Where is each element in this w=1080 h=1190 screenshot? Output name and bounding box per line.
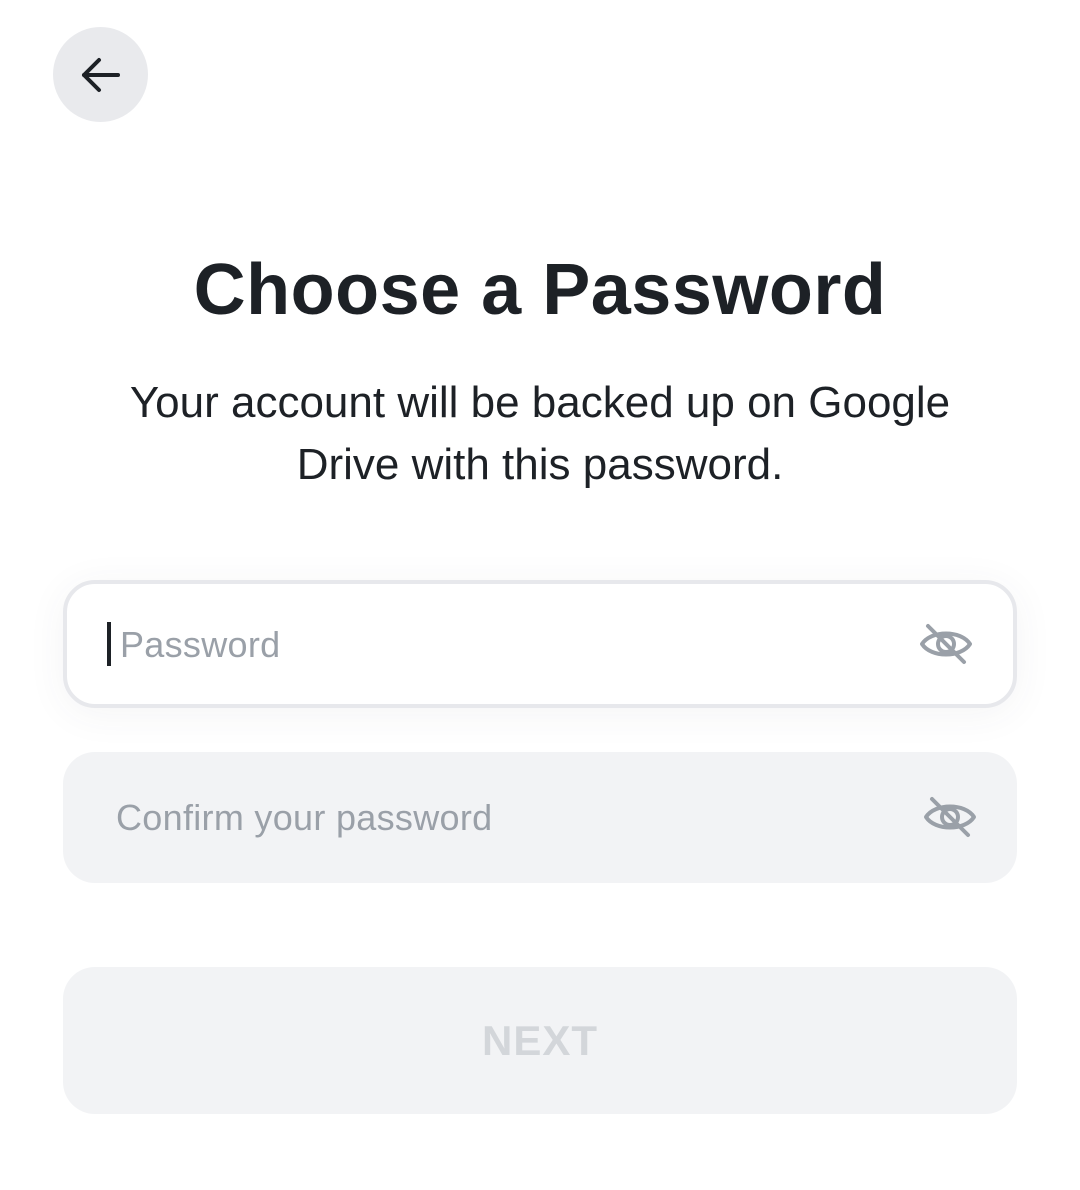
eye-off-icon[interactable]: [923, 795, 977, 839]
next-button-label: NEXT: [481, 1016, 598, 1064]
confirm-password-field[interactable]: Confirm your password: [63, 752, 1017, 883]
back-button[interactable]: [53, 27, 148, 122]
password-input-placeholder[interactable]: Password: [120, 624, 280, 666]
page-title: Choose a Password: [193, 250, 887, 330]
password-field[interactable]: Password: [63, 580, 1017, 708]
next-button[interactable]: NEXT: [63, 967, 1017, 1114]
page-subtitle: Your account will be backed up on Google…: [129, 378, 951, 489]
text-cursor: [107, 622, 111, 666]
eye-off-icon[interactable]: [919, 622, 973, 666]
confirm-password-input-placeholder[interactable]: Confirm your password: [116, 797, 492, 839]
arrow-left-icon: [78, 52, 124, 98]
